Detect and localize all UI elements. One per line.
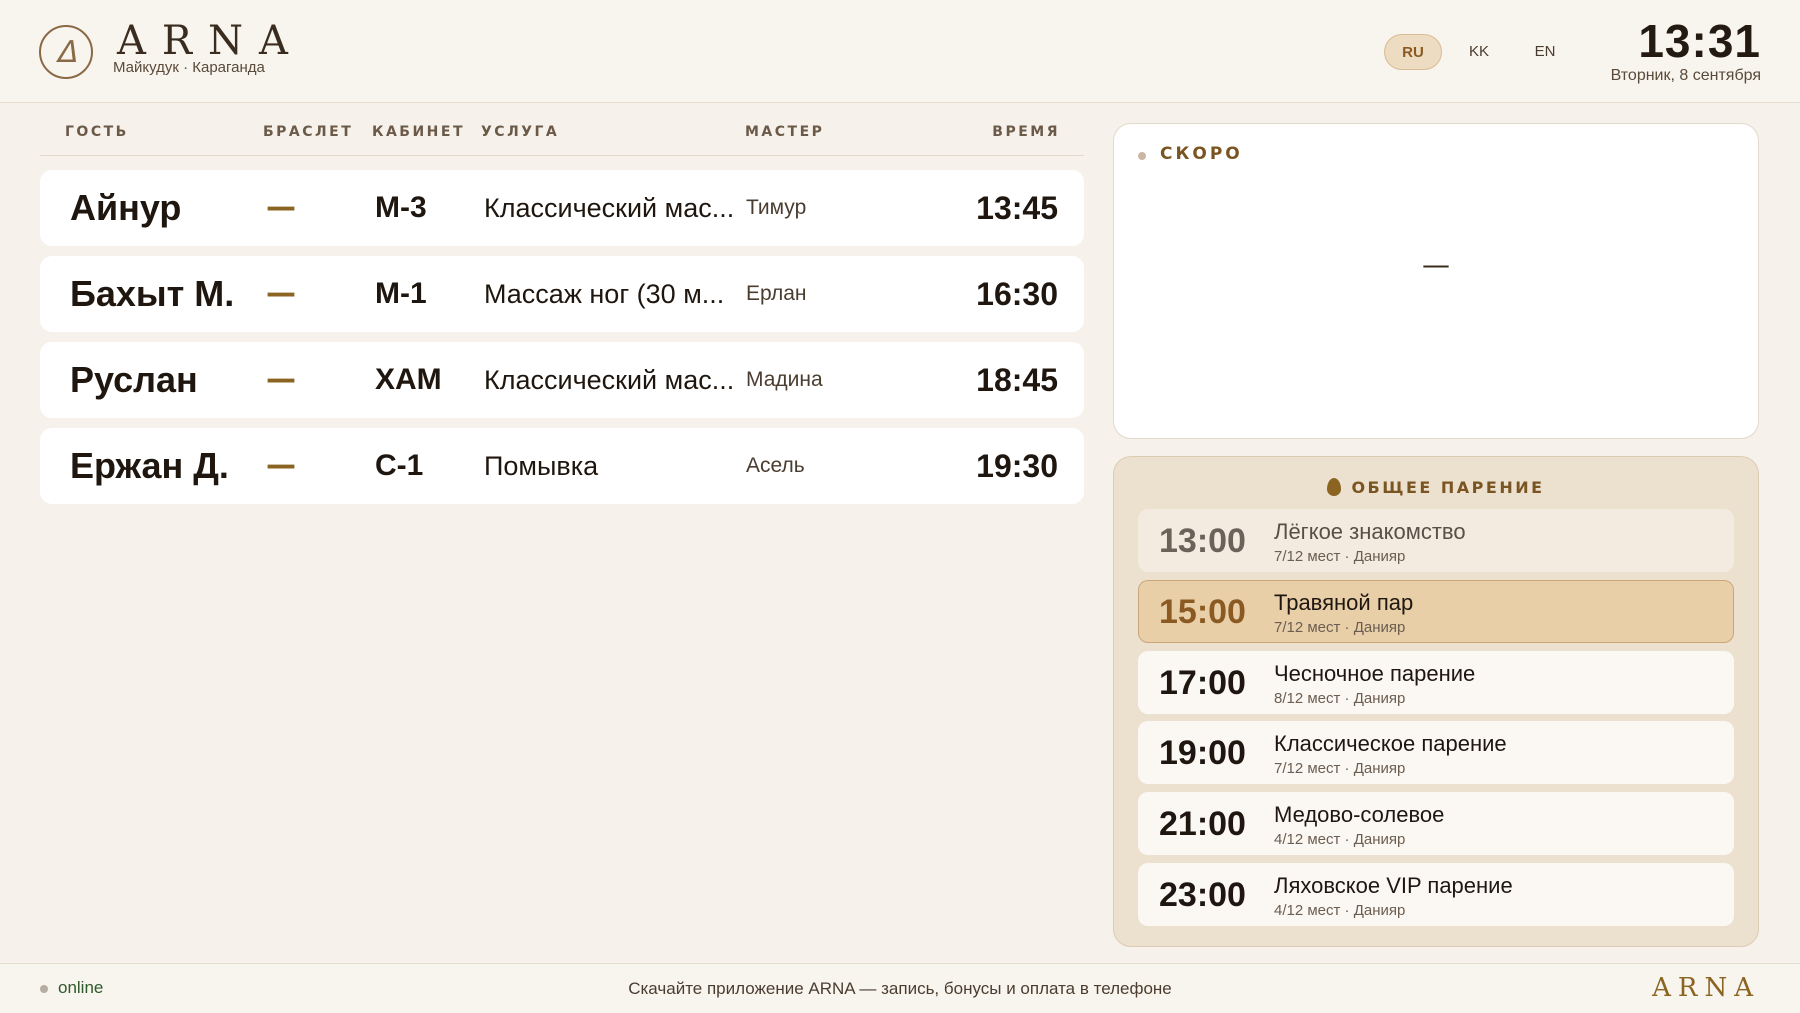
guest-row: Ержан Д. — С-1 Помывка Асель 19:30 bbox=[40, 428, 1084, 504]
steam-session[interactable]: 17:00 Чесночное парение 8/12 мест · Дани… bbox=[1138, 651, 1734, 714]
current-time: 13:31 bbox=[1638, 15, 1761, 67]
guest-service: Массаж ног (30 м... bbox=[484, 279, 725, 309]
column-service: УСЛУГА bbox=[481, 124, 560, 140]
session-meta: 7/12 мест · Данияр bbox=[1274, 760, 1406, 777]
session-name: Чесночное парение bbox=[1274, 661, 1476, 686]
guest-row: Руслан — ХАМ Классический мас... Мадина … bbox=[40, 342, 1084, 418]
guest-time: 13:45 bbox=[976, 190, 1058, 226]
guest-room: М-3 bbox=[375, 191, 427, 224]
status-dot-icon bbox=[1138, 152, 1146, 160]
steam-session[interactable]: 23:00 Ляховское VIP парение 4/12 мест · … bbox=[1138, 863, 1734, 926]
lang-kk-button[interactable]: KK bbox=[1450, 34, 1508, 70]
guest-master: Асель bbox=[746, 454, 805, 477]
soon-empty-placeholder: — bbox=[1422, 248, 1450, 281]
session-meta: 4/12 мест · Данияр bbox=[1274, 831, 1406, 848]
session-meta: 8/12 мест · Данияр bbox=[1274, 690, 1406, 707]
session-time: 17:00 bbox=[1159, 664, 1246, 702]
guest-master: Ерлан bbox=[746, 282, 807, 305]
soon-title: СКОРО bbox=[1160, 144, 1243, 164]
session-name: Медово-солевое bbox=[1274, 802, 1445, 827]
session-name: Классическое парение bbox=[1274, 731, 1507, 756]
guest-master: Тимур bbox=[746, 196, 807, 219]
steam-session[interactable]: 13:00 Лёгкое знакомство 7/12 мест · Дани… bbox=[1138, 509, 1734, 572]
column-time: ВРЕМЯ bbox=[992, 124, 1060, 140]
logo-emblem-icon: ᐃ bbox=[39, 25, 93, 79]
current-date: Вторник, 8 сентября bbox=[1610, 67, 1761, 84]
guest-row: Бахыт М. — М-1 Массаж ног (30 м... Ерлан… bbox=[40, 256, 1084, 332]
footer-brand: ARNA bbox=[1652, 973, 1760, 1003]
guest-room: С-1 bbox=[375, 449, 424, 482]
session-name: Ляховское VIP парение bbox=[1274, 873, 1513, 898]
guest-service: Классический мас... bbox=[484, 193, 735, 223]
guest-master: Мадина bbox=[746, 368, 823, 391]
location-label: Майкудук · Караганда bbox=[113, 59, 265, 76]
session-meta: 7/12 мест · Данияр bbox=[1274, 548, 1406, 565]
app-promo-message: Скачайте приложение ARNA — запись, бонус… bbox=[628, 979, 1172, 998]
guest-bracelet: — bbox=[266, 448, 296, 483]
session-time: 21:00 bbox=[1159, 805, 1246, 843]
soon-panel: СКОРО — bbox=[1113, 123, 1759, 439]
brand-name: ARNA bbox=[117, 18, 304, 64]
session-time: 13:00 bbox=[1159, 522, 1246, 560]
guest-row: Айнур — М-3 Классический мас... Тимур 13… bbox=[40, 170, 1084, 246]
footer-bar: online Скачайте приложение ARNA — запись… bbox=[0, 963, 1800, 1013]
guest-name: Ержан Д. bbox=[70, 445, 229, 486]
guest-service: Классический мас... bbox=[484, 365, 735, 395]
session-time: 23:00 bbox=[1159, 876, 1246, 914]
column-room: КАБИНЕТ bbox=[372, 124, 465, 140]
steam-title: ОБЩЕЕ ПАРЕНИЕ bbox=[1351, 477, 1545, 497]
steam-session[interactable]: 21:00 Медово-солевое 4/12 мест · Данияр bbox=[1138, 792, 1734, 855]
guest-room: ХАМ bbox=[375, 363, 442, 396]
guest-name: Айнур bbox=[70, 187, 182, 228]
flame-drop-icon bbox=[1327, 478, 1342, 496]
column-master: МАСТЕР bbox=[745, 124, 825, 140]
session-time: 15:00 bbox=[1159, 593, 1246, 631]
lang-ru-button[interactable]: RU bbox=[1384, 34, 1442, 70]
steam-session-current[interactable]: 15:00 Травяной пар 7/12 мест · Данияр bbox=[1138, 580, 1734, 643]
guest-table-header: ГОСТЬ БРАСЛЕТ КАБИНЕТ УСЛУГА МАСТЕР ВРЕМ… bbox=[40, 104, 1084, 156]
session-meta: 7/12 мест · Данияр bbox=[1274, 619, 1406, 636]
guest-room: М-1 bbox=[375, 277, 427, 310]
guest-name: Бахыт М. bbox=[70, 273, 235, 314]
session-name: Лёгкое знакомство bbox=[1274, 519, 1466, 544]
steam-session[interactable]: 19:00 Классическое парение 7/12 мест · Д… bbox=[1138, 721, 1734, 784]
guest-bracelet: — bbox=[266, 190, 296, 225]
lang-en-button[interactable]: EN bbox=[1516, 34, 1574, 70]
guest-time: 16:30 bbox=[976, 276, 1058, 312]
header-bar: ᐃ ARNA Майкудук · Караганда RU KK EN 13:… bbox=[0, 0, 1800, 103]
guest-bracelet: — bbox=[266, 276, 296, 311]
guest-service: Помывка bbox=[484, 451, 599, 481]
steam-panel: ОБЩЕЕ ПАРЕНИЕ 13:00 Лёгкое знакомство 7/… bbox=[1113, 456, 1759, 947]
column-guest: ГОСТЬ bbox=[65, 124, 129, 140]
session-time: 19:00 bbox=[1159, 734, 1246, 772]
session-meta: 4/12 мест · Данияр bbox=[1274, 902, 1406, 919]
steam-header: ОБЩЕЕ ПАРЕНИЕ bbox=[1114, 475, 1758, 499]
guest-name: Руслан bbox=[70, 359, 198, 400]
guest-time: 18:45 bbox=[976, 362, 1058, 398]
session-name: Травяной пар bbox=[1274, 590, 1414, 615]
column-bracelet: БРАСЛЕТ bbox=[263, 124, 354, 140]
guest-time: 19:30 bbox=[976, 448, 1058, 484]
guest-bracelet: — bbox=[266, 362, 296, 397]
